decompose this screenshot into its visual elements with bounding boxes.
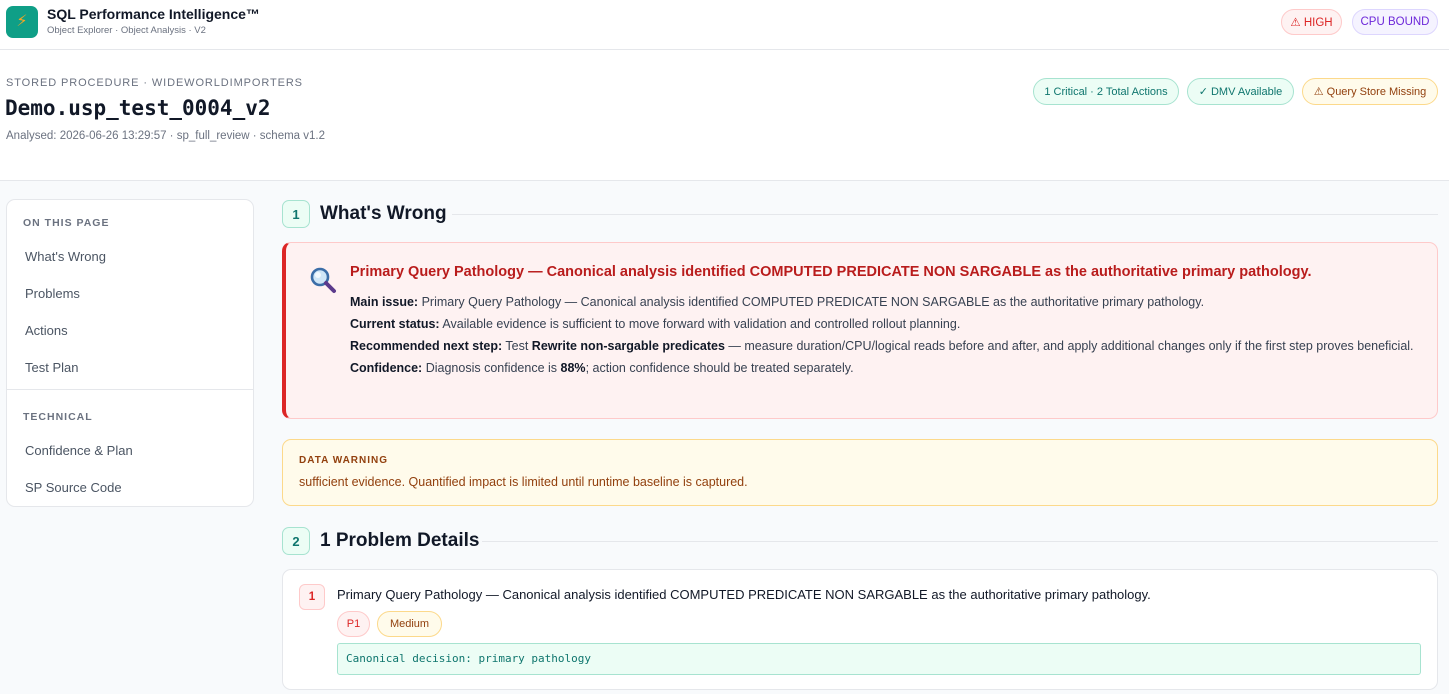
severity-badge: ⚠ HIGH [1281, 9, 1342, 35]
page-title: Demo.usp_test_0004_v2 [5, 96, 271, 120]
section-number: 2 [282, 527, 310, 555]
confidence-label: Confidence: [350, 361, 423, 375]
object-kind: STORED PROCEDURE · WIDEWORLDIMPORTERS [6, 77, 303, 89]
section-title-whats-wrong: What's Wrong [320, 203, 447, 224]
next-step-prefix: Test [505, 339, 529, 353]
problem-card[interactable]: 1 Primary Query Pathology — Canonical an… [282, 569, 1438, 690]
sidebar-item-confidence-plan[interactable]: Confidence & Plan [25, 443, 133, 458]
sidebar-item-sp-source-code[interactable]: SP Source Code [25, 480, 122, 495]
sidebar-divider [7, 389, 253, 390]
breadcrumb: Object Explorer · Object Analysis · V2 [47, 25, 206, 36]
sidebar-heading-technical: TECHNICAL [23, 411, 93, 423]
actions-summary-chip: 1 Critical · 2 Total Actions [1033, 78, 1179, 105]
data-warning-box: DATA WARNING sufficient evidence. Quanti… [282, 439, 1438, 506]
query-store-status-chip: ⚠ Query Store Missing [1302, 78, 1438, 105]
status-label: Current status: [350, 317, 440, 331]
bound-badge: CPU BOUND [1352, 9, 1438, 35]
status-line: Current status: Available evidence is su… [350, 313, 1420, 335]
next-step-action: Rewrite non-sargable predicates [531, 339, 725, 353]
confidence-value: 88% [560, 361, 586, 375]
severity-badge: Medium [377, 611, 442, 637]
bolt-icon[interactable]: ⚡ [6, 6, 38, 38]
problem-number: 1 [299, 584, 325, 610]
confidence-suffix: ; action confidence should be treated se… [585, 361, 854, 375]
main-issue-text: Primary Query Pathology — Canonical anal… [421, 295, 1205, 309]
analysis-meta: Analysed: 2026-06-26 13:29:57 · sp_full_… [6, 130, 325, 142]
section-number: 1 [282, 200, 310, 228]
diagnosis-card: Primary Query Pathology — Canonical anal… [282, 242, 1438, 419]
page-nav-sidebar: ON THIS PAGE What's Wrong Problems Actio… [6, 199, 254, 507]
app-title: SQL Performance Intelligence™ [47, 6, 260, 22]
main-issue-label: Main issue: [350, 295, 419, 309]
diagnosis-title: Primary Query Pathology — Canonical anal… [350, 264, 1312, 280]
next-step-label: Recommended next step: [350, 339, 503, 353]
section-title-problem-details: 1 Problem Details [320, 530, 480, 551]
sidebar-item-problems[interactable]: Problems [25, 286, 80, 301]
diagnosis-body: Main issue: Primary Query Pathology — Ca… [350, 291, 1420, 379]
sidebar-heading-page: ON THIS PAGE [23, 217, 110, 229]
sidebar-item-test-plan[interactable]: Test Plan [25, 360, 78, 375]
priority-badge: P1 [337, 611, 370, 637]
magnifier-icon [310, 267, 336, 293]
sidebar-item-actions[interactable]: Actions [25, 323, 68, 338]
sidebar-item-whats-wrong[interactable]: What's Wrong [25, 249, 106, 264]
next-step-suffix: — measure duration/CPU/logical reads bef… [728, 339, 1414, 353]
dmv-status-chip: ✓ DMV Available [1187, 78, 1294, 105]
confidence-prefix: Diagnosis confidence is [425, 361, 558, 375]
section-divider [452, 214, 1438, 215]
status-text: Available evidence is sufficient to move… [442, 317, 961, 331]
next-step-line: Recommended next step: Test Rewrite non-… [350, 335, 1420, 357]
section-divider [482, 541, 1438, 542]
warning-label: DATA WARNING [299, 455, 389, 466]
object-header: STORED PROCEDURE · WIDEWORLDIMPORTERS De… [0, 50, 1449, 181]
code-snippet: Canonical decision: primary pathology [337, 643, 1421, 675]
main-issue-line: Main issue: Primary Query Pathology — Ca… [350, 291, 1420, 313]
top-bar: ⚡ SQL Performance Intelligence™ Object E… [0, 0, 1449, 50]
warning-text: sufficient evidence. Quantified impact i… [299, 475, 748, 489]
problem-title: Primary Query Pathology — Canonical anal… [337, 587, 1151, 602]
confidence-line: Confidence: Diagnosis confidence is 88%;… [350, 357, 1420, 379]
